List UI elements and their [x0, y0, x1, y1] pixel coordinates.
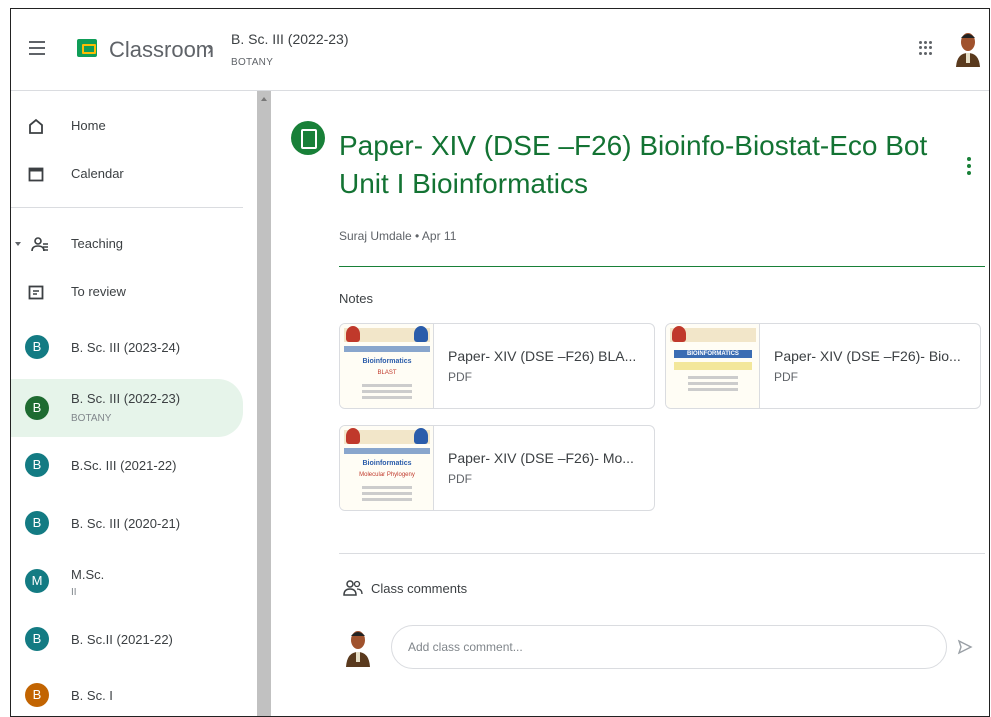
sidebar-class-item-active[interactable]: B B. Sc. III (2022-23) BOTANY [11, 379, 243, 437]
sidebar-class-item[interactable]: B B. Sc. III (2020-21) [11, 499, 243, 549]
thumb-title: Bioinformatics [362, 460, 412, 467]
app-name[interactable]: Classroom [109, 37, 214, 63]
attachment-type: PDF [774, 370, 798, 384]
thumb-title: BIOINFORMATICS [674, 350, 752, 358]
class-section: II [71, 587, 77, 598]
review-folder-icon [28, 285, 44, 300]
attachment-card[interactable]: Bioinformatics BLAST Paper- XIV (DSE –F2… [339, 323, 655, 409]
sidebar-divider [11, 207, 243, 208]
attachment-type: PDF [448, 472, 472, 486]
menu-icon[interactable] [29, 41, 45, 55]
class-section: BOTANY [71, 413, 112, 424]
sidebar-item-label: Teaching [71, 236, 124, 251]
class-initial-badge: B [25, 683, 49, 707]
sidebar-class-item[interactable]: B B. Sc. I [11, 671, 243, 716]
app-frame: Classroom › B. Sc. III (2022-23) BOTANY … [10, 8, 990, 717]
pdf-thumbnail: Bioinformatics Molecular Phylogeny [340, 426, 434, 510]
classroom-logo-icon[interactable] [77, 39, 97, 57]
sidebar-class-item[interactable]: B B. Sc.II (2021-22) [11, 615, 243, 665]
breadcrumb-class-section: BOTANY [231, 57, 274, 68]
sidebar-item-label: Home [71, 118, 106, 133]
sidebar-item-to-review[interactable]: To review [11, 267, 243, 317]
title-divider [339, 266, 985, 267]
class-initial-badge: B [25, 396, 49, 420]
class-name: B. Sc. I [71, 688, 113, 703]
class-comments-label[interactable]: Class comments [371, 581, 467, 596]
thumb-subtitle: Molecular Phylogeny [359, 472, 415, 478]
attachment-name: Paper- XIV (DSE –F26)- Bio... [774, 348, 961, 364]
attachment-card[interactable]: Bioinformatics Molecular Phylogeny Paper… [339, 425, 655, 511]
attachment-card[interactable]: BIOINFORMATICS Paper- XIV (DSE –F26)- Bi… [665, 323, 981, 409]
google-apps-icon[interactable] [919, 41, 933, 55]
class-name: B.Sc. III (2021-22) [71, 458, 177, 473]
notes-label: Notes [339, 291, 373, 306]
sidebar-item-teaching[interactable]: Teaching [11, 219, 243, 269]
pdf-thumbnail: Bioinformatics BLAST [340, 324, 434, 408]
home-icon [29, 118, 43, 134]
post-author-date: Suraj Umdale • Apr 11 [339, 229, 457, 243]
thumb-title: Bioinformatics [362, 358, 412, 365]
send-icon[interactable] [957, 639, 973, 655]
sidebar-item-label: To review [71, 284, 126, 299]
add-comment-input[interactable] [391, 625, 947, 669]
sidebar: Home Calendar Teaching To review B B. Sc… [11, 91, 257, 716]
sidebar-scrollbar[interactable] [257, 91, 271, 716]
sidebar-item-label: Calendar [71, 166, 124, 181]
class-comments-icon [343, 580, 363, 596]
class-initial-badge: B [25, 511, 49, 535]
class-name: B. Sc. III (2022-23) [71, 391, 181, 406]
people-icon [31, 237, 48, 252]
sidebar-item-calendar[interactable]: Calendar [11, 149, 243, 199]
attachment-type: PDF [448, 370, 472, 384]
post-title: Paper- XIV (DSE –F26) Bioinfo-Biostat-Ec… [339, 130, 928, 199]
material-post-icon [291, 121, 325, 155]
expand-arrow-icon[interactable] [14, 240, 22, 248]
class-initial-badge: M [25, 569, 49, 593]
comments-divider [339, 553, 985, 554]
class-name: M.Sc. [71, 567, 105, 582]
scroll-up-arrow-icon[interactable] [261, 97, 267, 101]
class-name: B. Sc. III (2020-21) [71, 516, 181, 531]
sidebar-item-home[interactable]: Home [11, 101, 243, 151]
top-bar: Classroom › B. Sc. III (2022-23) BOTANY [11, 9, 989, 91]
commenter-avatar [343, 627, 373, 667]
more-options-icon[interactable] [967, 157, 971, 175]
class-initial-badge: B [25, 335, 49, 359]
class-initial-badge: B [25, 627, 49, 651]
post-detail: Paper- XIV (DSE –F26) Bioinfo-Biostat-Ec… [273, 91, 989, 716]
sidebar-class-item[interactable]: B B.Sc. III (2021-22) [11, 441, 243, 491]
sidebar-class-item[interactable]: M M.Sc. II [11, 557, 243, 607]
attachment-name: Paper- XIV (DSE –F26) BLA... [448, 348, 637, 364]
breadcrumb-separator: › [207, 39, 213, 59]
pdf-thumbnail: BIOINFORMATICS [666, 324, 760, 408]
breadcrumb-class-title[interactable]: B. Sc. III (2022-23) [231, 31, 349, 47]
class-name: B. Sc.II (2021-22) [71, 632, 173, 647]
class-name: B. Sc. III (2023-24) [71, 340, 181, 355]
class-initial-badge: B [25, 453, 49, 477]
calendar-icon [28, 167, 44, 182]
thumb-subtitle: BLAST [377, 370, 397, 376]
sidebar-class-item[interactable]: B B. Sc. III (2023-24) [11, 323, 243, 373]
attachment-name: Paper- XIV (DSE –F26)- Mo... [448, 450, 634, 466]
user-avatar[interactable] [953, 29, 983, 67]
